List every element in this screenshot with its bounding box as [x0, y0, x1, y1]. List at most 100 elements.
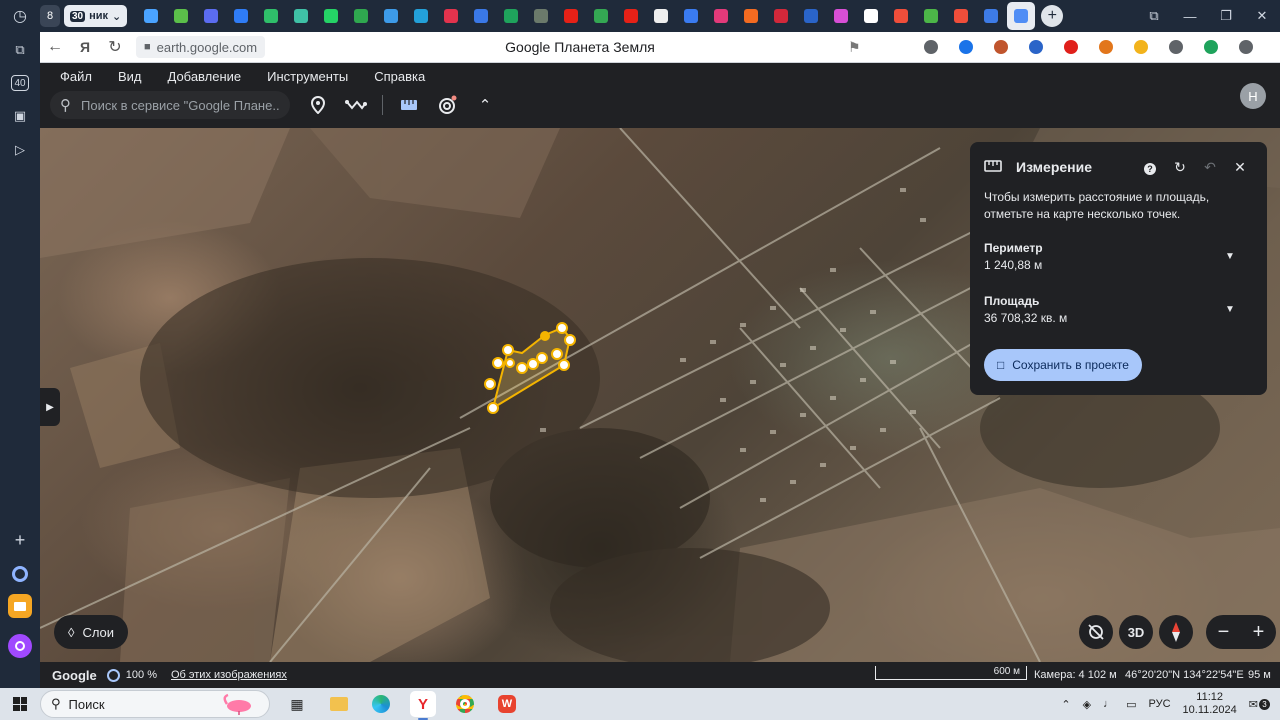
red-badge-favicon[interactable]	[767, 2, 795, 30]
chevron-up-icon[interactable]: ⌃	[1061, 698, 1070, 711]
mail-favicon[interactable]	[467, 2, 495, 30]
chevron-down-icon[interactable]: ⌄	[112, 10, 121, 23]
placemark-icon[interactable]	[306, 93, 330, 117]
yandex-browser-icon[interactable]: Y	[410, 691, 436, 720]
about-imagery-link[interactable]: Об этих изображениях	[171, 669, 287, 681]
pie-extension[interactable]	[990, 36, 1012, 58]
bookmark-icon[interactable]: ⚑	[848, 39, 861, 56]
messenger-favicon[interactable]	[677, 2, 705, 30]
profile-extension[interactable]	[1235, 36, 1257, 58]
speaker-icon[interactable]: ♩	[1103, 698, 1114, 710]
leaf-favicon[interactable]	[527, 2, 555, 30]
toggle-3d-button[interactable]: 3D	[1119, 615, 1153, 649]
search-input[interactable]: Поиск в сервисе "Google Плане...	[81, 98, 280, 113]
path-icon[interactable]	[344, 93, 368, 117]
close-icon[interactable]: ✕	[1225, 159, 1255, 176]
add-panel-icon[interactable]: +	[8, 528, 32, 552]
close-window-button[interactable]: ✕	[1244, 0, 1280, 32]
assistant-icon[interactable]	[8, 634, 32, 658]
globe-extension[interactable]	[1025, 36, 1047, 58]
compass-button[interactable]	[1159, 615, 1193, 649]
edge-icon[interactable]	[368, 691, 394, 717]
hd-favicon[interactable]	[917, 2, 945, 30]
battery-icon[interactable]: ▭	[1126, 698, 1136, 711]
task-view-icon[interactable]: ▦	[284, 691, 310, 717]
menu-item-0[interactable]: Файл	[60, 69, 92, 84]
voyager-icon[interactable]	[435, 93, 459, 117]
atlassian-favicon[interactable]	[227, 2, 255, 30]
alice-icon[interactable]	[8, 562, 32, 586]
ruler-icon[interactable]	[397, 93, 421, 117]
whatsapp-favicon[interactable]	[317, 2, 345, 30]
menu-item-4[interactable]: Справка	[374, 69, 425, 84]
check-favicon[interactable]	[347, 2, 375, 30]
notifications-icon[interactable]: ✉ 3	[1249, 698, 1270, 711]
screenshot-icon[interactable]: ▣	[8, 104, 32, 128]
zoom-in-button[interactable]: +	[1253, 621, 1265, 644]
start-button[interactable]	[0, 688, 40, 720]
grid-favicon[interactable]	[377, 2, 405, 30]
chrome-icon[interactable]	[452, 691, 478, 717]
mail-icon[interactable]	[8, 594, 32, 618]
earth-search-box[interactable]: ⚲ Поиск в сервисе "Google Плане...	[50, 91, 290, 119]
new-tab-button[interactable]: +	[1041, 5, 1064, 27]
green-app-favicon[interactable]	[257, 2, 285, 30]
menu-item-3[interactable]: Инструменты	[267, 69, 348, 84]
pink-favicon[interactable]	[707, 2, 735, 30]
menu-item-1[interactable]: Вид	[118, 69, 142, 84]
yandex-home-icon[interactable]: Я	[70, 32, 100, 62]
history-clock-icon[interactable]: ◷	[0, 0, 40, 32]
language-indicator[interactable]: РУС	[1149, 698, 1171, 710]
wifi-icon[interactable]: ◈	[1083, 698, 1091, 711]
copy-icon[interactable]: ⧉	[8, 38, 32, 62]
collapse-toolbar-icon[interactable]: ⌃	[473, 93, 497, 117]
wps-icon[interactable]: W	[494, 691, 520, 717]
lightbulb-extension[interactable]	[920, 36, 942, 58]
plant-favicon[interactable]	[167, 2, 195, 30]
shield-extension[interactable]	[1200, 36, 1222, 58]
expand-panel-tab[interactable]: ▶	[40, 388, 60, 426]
active-tab-group[interactable]: 30 ник ⌄	[64, 5, 128, 27]
teams-favicon[interactable]	[287, 2, 315, 30]
file-explorer-icon[interactable]	[326, 691, 352, 717]
save-to-project-button[interactable]: □ Сохранить в проекте	[984, 349, 1142, 381]
puzzle-extension[interactable]	[1165, 36, 1187, 58]
f-favicon[interactable]	[737, 2, 765, 30]
youtube-favicon-2[interactable]	[617, 2, 645, 30]
tab-manager-icon[interactable]: ⧉	[1136, 0, 1172, 32]
chat-favicon[interactable]	[197, 2, 225, 30]
y-favicon[interactable]	[857, 2, 885, 30]
battery-extension[interactable]	[1130, 36, 1152, 58]
tab-group-counter[interactable]: 8	[40, 5, 60, 27]
back-button[interactable]: ←	[40, 32, 70, 62]
youtube-favicon[interactable]	[557, 2, 585, 30]
circle-pink-favicon[interactable]	[827, 2, 855, 30]
ya-favicon[interactable]	[887, 2, 915, 30]
google-earth-favicon[interactable]	[1007, 2, 1036, 30]
menu-item-2[interactable]: Добавление	[168, 69, 242, 84]
undo-icon[interactable]: ↶	[1195, 159, 1225, 176]
refresh-icon[interactable]: ↻	[1165, 159, 1195, 176]
sidebar-badge-40[interactable]: 40	[8, 71, 32, 95]
disc-favicon[interactable]	[647, 2, 675, 30]
avatar[interactable]: Н	[1240, 83, 1266, 109]
record-extension[interactable]	[1060, 36, 1082, 58]
url-field[interactable]: ■ earth.google.com	[136, 36, 266, 58]
taskbar-search[interactable]: ⚲ Поиск	[40, 690, 270, 718]
help-icon[interactable]: ?	[1135, 159, 1165, 175]
reset-view-button[interactable]	[1079, 615, 1113, 649]
heart-favicon[interactable]	[437, 2, 465, 30]
clock[interactable]: 11:12 10.11.2024	[1183, 691, 1237, 717]
diamond-favicon[interactable]	[407, 2, 435, 30]
download-extension[interactable]	[955, 36, 977, 58]
blue-ball-favicon[interactable]	[977, 2, 1005, 30]
layers-button[interactable]: ◊ Слои	[54, 615, 129, 649]
fox-extension[interactable]	[1095, 36, 1117, 58]
blue-gear-favicon[interactable]	[797, 2, 825, 30]
area-units-dropdown[interactable]: ▼	[1225, 304, 1235, 315]
yandex-home-favicon[interactable]	[137, 2, 165, 30]
reload-button[interactable]: ↻	[100, 32, 130, 62]
ya-favicon-2[interactable]	[947, 2, 975, 30]
plus-favicon[interactable]	[497, 2, 525, 30]
play-icon[interactable]: ▷	[8, 138, 32, 162]
